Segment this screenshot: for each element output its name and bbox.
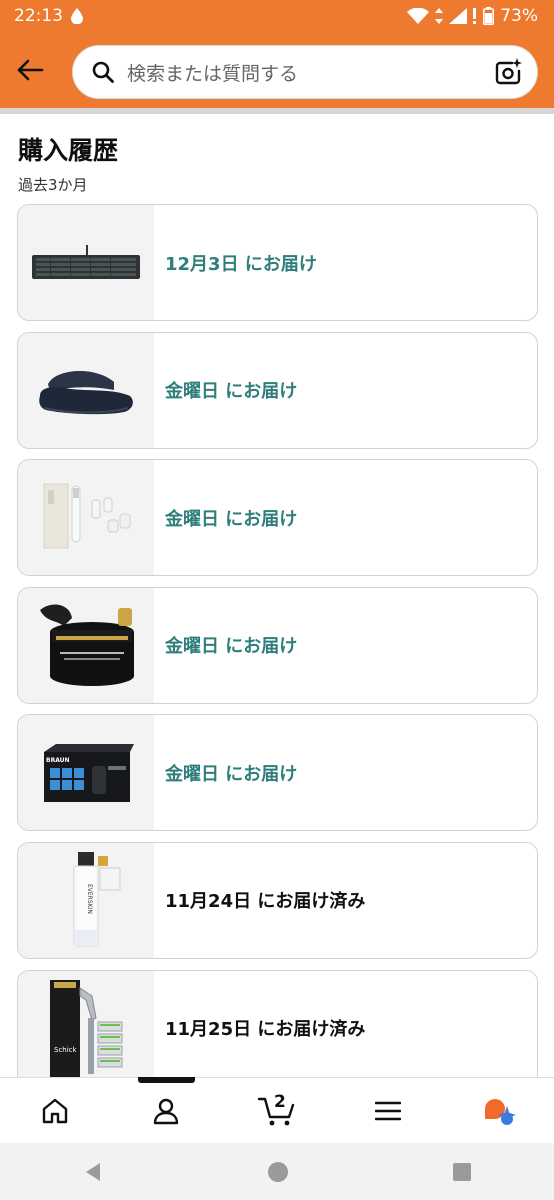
delivery-status: 11月25日 にお届け済み bbox=[165, 1019, 366, 1041]
order-list: 12月3日 にお届け 金曜日 にお届け 金曜日 にお届け 金曜日 にお届け BR… bbox=[17, 204, 538, 1097]
delivery-status: 金曜日 にお届け bbox=[165, 636, 298, 658]
order-card[interactable]: 金曜日 にお届け bbox=[17, 586, 538, 704]
product-thumbnail[interactable]: Schick bbox=[18, 970, 154, 1086]
page-title: 購入履歴 bbox=[18, 136, 119, 165]
active-tab-indicator bbox=[138, 1077, 195, 1083]
delivery-status: 金曜日 にお届け bbox=[165, 508, 298, 530]
system-back-icon[interactable] bbox=[82, 1161, 104, 1183]
delivery-status: 12月3日 にお届け bbox=[165, 253, 317, 275]
signal-icon bbox=[449, 8, 468, 24]
nav-menu[interactable] bbox=[358, 1086, 418, 1136]
nav-ai-assistant[interactable] bbox=[469, 1086, 529, 1136]
delivery-status: 金曜日 にお届け bbox=[165, 381, 298, 403]
face-wash-jar-image bbox=[40, 604, 134, 687]
search-input[interactable]: 検索または質問する bbox=[127, 59, 493, 86]
everskin-label: EVERSKIN bbox=[86, 884, 93, 914]
page-subtitle: 過去3か月 bbox=[18, 176, 88, 194]
delivery-status: 11月24日 にお届け済み bbox=[165, 891, 366, 913]
home-icon bbox=[43, 1098, 68, 1123]
back-button[interactable] bbox=[12, 52, 48, 88]
nav-home[interactable] bbox=[25, 1086, 85, 1136]
keyboard-image bbox=[32, 244, 140, 279]
person-icon bbox=[153, 1098, 179, 1124]
product-thumbnail[interactable] bbox=[18, 460, 154, 576]
bottom-nav: 2 bbox=[0, 1077, 554, 1143]
trimmer-image bbox=[43, 483, 131, 549]
order-card[interactable]: 金曜日 にお届け bbox=[17, 331, 538, 449]
cart-count-badge: 2 bbox=[273, 1091, 286, 1112]
nav-account[interactable] bbox=[136, 1086, 196, 1136]
product-thumbnail[interactable]: BRAUN bbox=[18, 715, 154, 831]
system-nav bbox=[0, 1143, 554, 1200]
product-thumbnail[interactable]: EVERSKIN bbox=[18, 842, 154, 958]
order-card[interactable]: 12月3日 にお届け bbox=[17, 204, 538, 321]
search-bar[interactable]: 検索または質問する bbox=[72, 45, 538, 99]
skincare-bottle-image: EVERSKIN bbox=[73, 852, 121, 947]
ai-assistant-icon bbox=[484, 1098, 516, 1125]
search-icon bbox=[91, 60, 115, 84]
status-time: 22:13 bbox=[14, 6, 63, 26]
order-card[interactable]: Schick 11月25日 にお届け済み bbox=[17, 969, 538, 1087]
slipper-image bbox=[39, 371, 133, 415]
delivery-status: 金曜日 にお届け bbox=[165, 763, 298, 785]
system-home-icon[interactable] bbox=[267, 1161, 289, 1183]
order-card[interactable]: BRAUN 金曜日 にお届け bbox=[17, 714, 538, 832]
order-card[interactable]: EVERSKIN 11月24日 にお届け済み bbox=[17, 841, 538, 959]
product-thumbnail[interactable] bbox=[18, 587, 154, 703]
status-left: 22:13 bbox=[14, 6, 83, 26]
app-header: 検索または質問する bbox=[0, 32, 554, 108]
wifi-icon bbox=[407, 8, 430, 24]
battery-icon bbox=[483, 7, 495, 25]
braun-refill-box-image: BRAUN bbox=[44, 743, 134, 802]
product-thumbnail[interactable] bbox=[18, 205, 154, 320]
schick-razor-pack-image: Schick bbox=[50, 980, 123, 1079]
back-arrow-icon bbox=[17, 59, 44, 81]
battery-percent: 73% bbox=[500, 6, 538, 26]
camera-sparkle-icon bbox=[495, 58, 522, 85]
drop-icon bbox=[71, 8, 83, 24]
braun-logo: BRAUN bbox=[46, 757, 70, 764]
status-bar: 22:13 73% bbox=[0, 0, 554, 32]
product-thumbnail[interactable] bbox=[18, 332, 154, 448]
camera-search-button[interactable] bbox=[493, 57, 523, 87]
nav-cart[interactable]: 2 bbox=[247, 1086, 307, 1136]
signal-alert-icon bbox=[473, 8, 477, 24]
header-divider bbox=[0, 108, 554, 114]
order-card[interactable]: 金曜日 にお届け bbox=[17, 459, 538, 577]
status-right: 73% bbox=[407, 6, 538, 26]
system-recents-icon[interactable] bbox=[452, 1162, 472, 1182]
menu-icon bbox=[374, 1101, 401, 1120]
schick-logo: Schick bbox=[54, 1046, 78, 1054]
data-arrows-icon bbox=[435, 8, 444, 24]
